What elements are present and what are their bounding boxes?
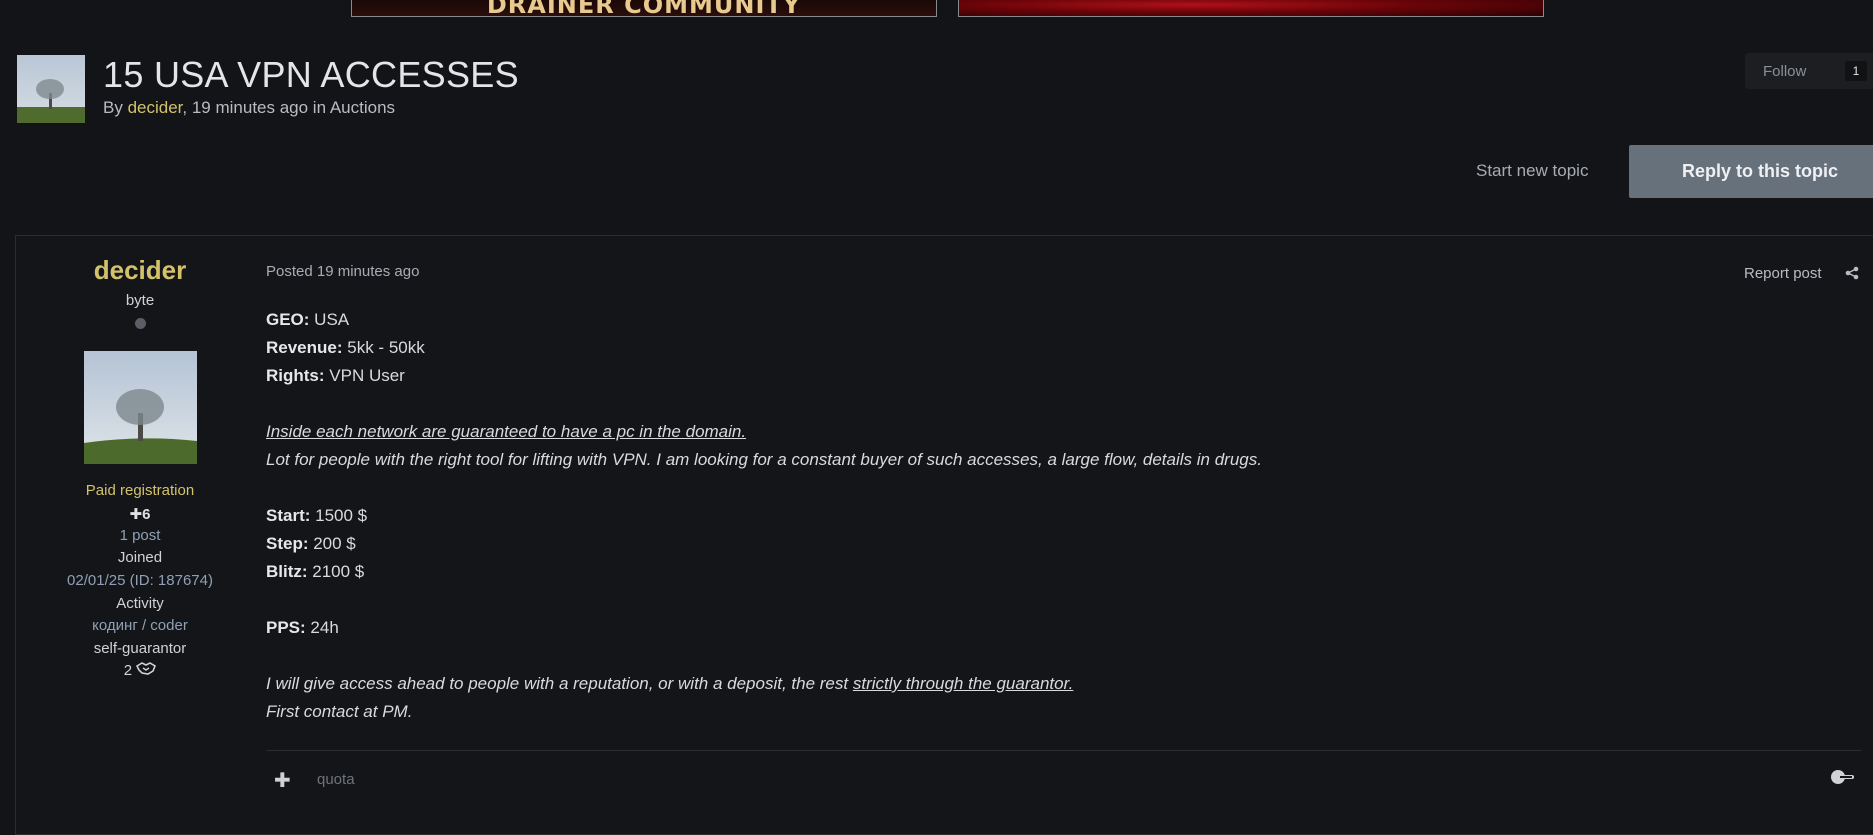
follow-count: 1 [1845,61,1867,81]
topic-meta: By decider, 19 minutes ago in Auctions [103,98,395,118]
reaction-icon[interactable] [1830,769,1856,790]
post-date: Posted 19 minutes ago [266,263,420,280]
post-author-name[interactable]: decider [15,255,265,286]
multiquote-plus-icon[interactable]: ✚ [274,768,291,793]
online-status-indicator [135,318,146,329]
author-rank: byte [125,292,155,309]
activity-value: кодинг / coder [92,617,188,634]
follow-button[interactable]: Follow 1 [1745,53,1873,89]
access-line: I will give access ahead to people with … [266,674,1073,694]
plus-circle-icon: ✚ [129,506,143,523]
topic-title: 15 USA VPN ACCESSES [103,54,519,95]
activity-label: Activity [116,595,164,612]
guarantor-label: self-guarantor [93,640,187,657]
author-group: Paid registration [85,482,195,499]
step-line: Step: 200 $ [266,534,356,554]
revenue-value: 5kk - 50kk [342,338,425,357]
rights-value: VPN User [324,366,405,385]
topic-author-link[interactable]: decider [128,98,183,117]
follow-label: Follow [1763,62,1807,80]
post-footer-divider [266,750,1861,751]
post-author-avatar[interactable] [84,351,197,464]
quote-button[interactable]: quota [317,771,355,788]
rights-line: Rights: VPN User [266,366,405,386]
forum-link[interactable]: Auctions [330,98,395,117]
banner-drainer-community[interactable]: DRAINER COMMUNITY [351,0,937,17]
revenue-label: Revenue: [266,338,343,357]
step-value: 200 $ [308,534,356,553]
geo-label: GEO: [266,310,310,329]
report-post-link[interactable]: Report post [1744,265,1822,282]
start-value: 1500 $ [310,506,368,525]
start-label: Start: [266,506,311,525]
pps-label: PPS: [266,618,306,637]
meta-prefix: By [103,98,128,117]
contact-line: First contact at PM. [266,702,413,721]
rights-label: Rights: [266,366,325,385]
guarantee-line: Inside each network are guaranteed to ha… [266,422,747,441]
access-text: I will give access ahead to people with … [266,674,853,693]
guarantor-text: strictly through the guarantor. [852,674,1074,693]
meta-middle: , 19 minutes ago in [182,98,330,117]
deals-value: 2 [123,662,133,679]
start-line: Start: 1500 $ [266,506,367,526]
revenue-line: Revenue: 5kk - 50kk [266,338,425,358]
reputation-value: 6 [142,506,151,523]
lot-description: Lot for people with the right tool for l… [266,450,1262,469]
start-new-topic-link[interactable]: Start new topic [1476,161,1588,181]
pps-value: 24h [305,618,339,637]
geo-line: GEO: USA [266,310,349,330]
joined-label: Joined [117,549,163,566]
share-icon[interactable] [1845,266,1859,285]
banner-ad[interactable] [958,0,1544,17]
step-label: Step: [266,534,309,553]
blitz-line: Blitz: 2100 $ [266,562,364,582]
author-reputation: ✚6 [0,505,280,523]
blitz-value: 2100 $ [307,562,365,581]
pps-line: PPS: 24h [266,618,339,638]
author-post-count[interactable]: 1 post [0,527,280,544]
joined-value: 02/01/25 (ID: 187674) [67,572,213,589]
topic-author-avatar[interactable] [17,55,85,123]
geo-value: USA [309,310,350,329]
reply-to-topic-button[interactable]: Reply to this topic [1629,145,1873,198]
deals-count: 2 [0,662,280,679]
banner-text: DRAINER COMMUNITY [486,0,802,17]
blitz-label: Blitz: [266,562,308,581]
handshake-icon [136,662,157,679]
